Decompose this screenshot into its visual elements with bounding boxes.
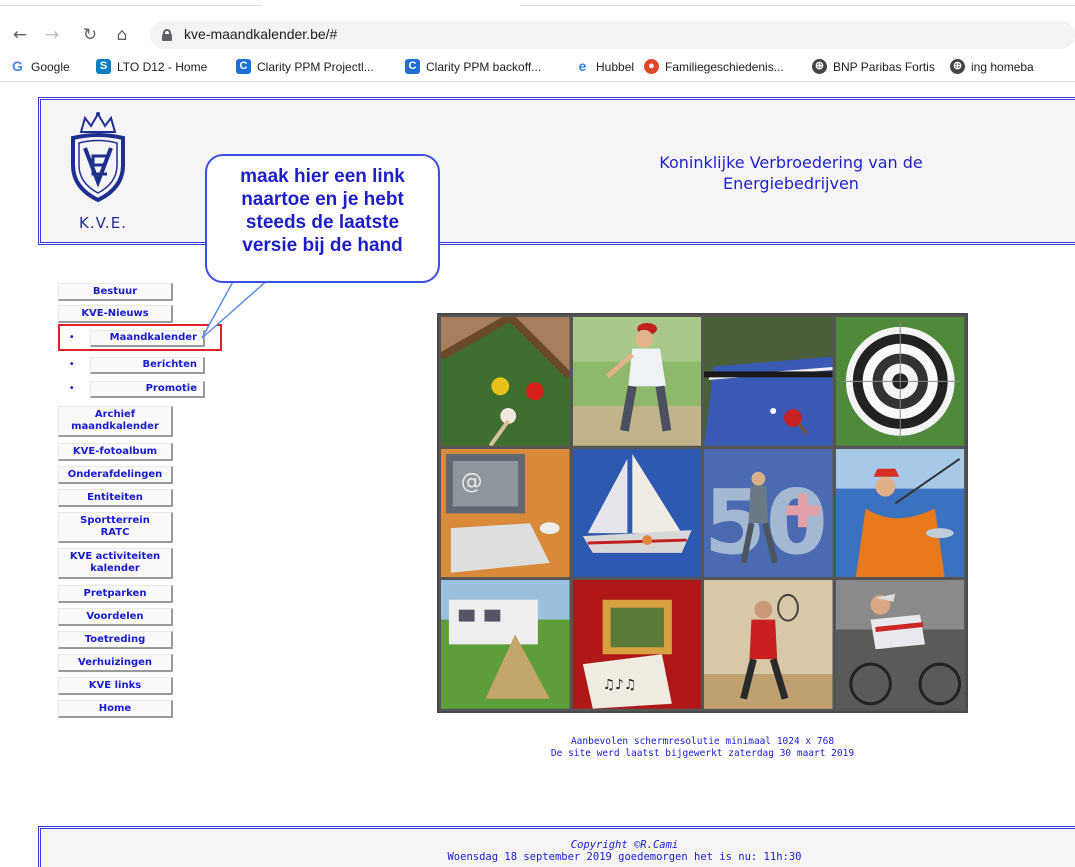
bookmark-ing[interactable]: ⊕ ing homeba <box>950 59 1034 75</box>
fifty-plus-image: 50 <box>704 448 833 578</box>
menu-verhuizingen[interactable]: Verhuizingen <box>58 654 173 672</box>
menu-label: kalender <box>90 563 140 574</box>
menu-promotie[interactable]: Promotie <box>90 381 205 398</box>
tab-edge <box>520 0 1075 6</box>
bookmark-label: Hubbel <box>596 60 635 74</box>
computer-image: @ <box>441 448 570 578</box>
menu-kve-activiteiten[interactable]: KVE activiteiten kalender <box>58 548 173 579</box>
genealogy-icon: ● <box>644 59 659 74</box>
menu-label: Archief <box>94 409 136 420</box>
globe-icon: ⊕ <box>812 59 827 74</box>
menu-kve-nieuws[interactable]: KVE-Nieuws <box>58 305 173 323</box>
edge-icon: e <box>575 59 590 74</box>
bookmark-bnp[interactable]: ⊕ BNP Paribas Fortis <box>812 59 935 75</box>
camping-image <box>441 580 570 709</box>
cycling-image <box>835 580 964 709</box>
bookmark-label: Google <box>31 60 70 74</box>
menu-kve-fotoalbum[interactable]: KVE-fotoalbum <box>58 443 173 461</box>
menu-home[interactable]: Home <box>58 700 173 718</box>
menu-entiteiten[interactable]: Entiteiten <box>58 489 173 507</box>
menu-label: KVE activiteiten <box>69 551 161 562</box>
svg-text:♫♪♫: ♫♪♫ <box>602 677 636 693</box>
callout-line: maak hier een link <box>240 166 405 187</box>
menu-archief-maandkalender[interactable]: Archief maandkalender <box>58 406 173 437</box>
lock-icon[interactable] <box>162 29 172 41</box>
kve-logo: K.V.E. <box>63 110 133 232</box>
callout-line: naartoe en je hebt <box>241 189 404 210</box>
forward-arrow-icon[interactable]: → <box>40 24 64 48</box>
reload-icon[interactable]: ↻ <box>78 24 102 48</box>
url-text: kve-maandkalender.be/# <box>184 26 338 42</box>
resolution-note: Aanbevolen schermresolutie minimaal 1024… <box>570 736 835 747</box>
google-icon: G <box>10 59 25 74</box>
svg-text:@: @ <box>461 469 483 494</box>
bookmark-label: Familiegeschiedenis... <box>665 60 784 74</box>
menu-onderafdelingen[interactable]: Onderafdelingen <box>58 466 173 484</box>
bookmark-google[interactable]: G Google <box>10 59 70 75</box>
menu-toetreding[interactable]: Toetreding <box>58 631 173 649</box>
clarity-icon: C <box>405 59 420 74</box>
bookmark-label: Clarity PPM Projectl... <box>257 60 374 74</box>
header-banner: K.V.E. Koninklijke Verbroedering van de … <box>38 97 1075 245</box>
tab-edge <box>0 0 262 6</box>
bullet-icon: • <box>70 359 74 370</box>
clarity-icon: C <box>236 59 251 74</box>
home-icon[interactable]: ⌂ <box>110 24 134 48</box>
crown-shield-logo-icon <box>71 112 125 203</box>
bullet-icon: • <box>70 383 74 394</box>
theater-image: ♫♪♫ <box>572 580 701 709</box>
petanque-image <box>572 317 701 446</box>
site-title: Koninklijke Verbroedering van de Energie… <box>659 153 923 193</box>
callout-line: versie bij de hand <box>242 235 403 256</box>
menu-berichten[interactable]: Berichten <box>90 357 205 374</box>
menu-pretparken[interactable]: Pretparken <box>58 585 173 603</box>
tab-strip <box>0 0 1075 18</box>
address-bar: ← → ↻ ⌂ kve-maandkalender.be/# <box>0 18 1075 52</box>
bookmark-label: LTO D12 - Home <box>117 60 208 74</box>
footer-text: Copyright ©R.Cami Woensdag 18 september … <box>41 839 1075 863</box>
menu-bestuur[interactable]: Bestuur <box>58 283 173 301</box>
menu-label: RATC <box>100 527 130 538</box>
bookmarks-bar: G Google S LTO D12 - Home C Clarity PPM Pro… <box>0 52 1075 82</box>
fishing-image <box>835 448 964 578</box>
globe-icon: ⊕ <box>950 59 965 74</box>
archery-target-image <box>835 317 964 446</box>
menu-label: maandkalender <box>71 421 159 432</box>
logo-text: K.V.E. <box>79 214 127 232</box>
page-footer: Copyright ©R.Cami Woensdag 18 september … <box>38 826 1075 867</box>
greeting-clock-text: Woensdag 18 september 2019 goedemorgen h… <box>447 851 802 863</box>
callout-pointer <box>201 277 271 339</box>
bookmark-label: ing homeba <box>971 60 1034 74</box>
billiards-image <box>441 317 570 446</box>
copyright-text: Copyright ©R.Cami <box>570 839 679 851</box>
site-info: Aanbevolen schermresolutie minimaal 1024… <box>437 736 968 760</box>
sharepoint-icon: S <box>96 59 111 74</box>
activities-mosaic: @ 50 <box>437 313 968 713</box>
bookmark-clarity-backoffice[interactable]: C Clarity PPM backoff... <box>405 59 541 75</box>
menu-kve-links[interactable]: KVE links <box>58 677 173 695</box>
table-tennis-image <box>704 317 833 446</box>
last-updated-note: De site werd laatst bijgewerkt zaterdag … <box>550 748 855 759</box>
url-field[interactable]: kve-maandkalender.be/# <box>150 21 1075 49</box>
bookmark-clarity-project[interactable]: C Clarity PPM Projectl... <box>236 59 374 75</box>
bookmark-label: BNP Paribas Fortis <box>833 60 935 74</box>
bookmark-hubbel[interactable]: e Hubbel <box>575 59 634 75</box>
squash-image <box>704 580 833 709</box>
bookmark-familiegeschiedenis[interactable]: ● Familiegeschiedenis... <box>644 59 784 75</box>
bookmark-label: Clarity PPM backoff... <box>426 60 542 74</box>
callout-line: steeds de laatste <box>245 212 400 233</box>
instruction-callout: maak hier een link naartoe en je hebt st… <box>205 154 440 283</box>
sailing-image <box>572 448 701 578</box>
menu-sportterrein[interactable]: Sportterrein RATC <box>58 512 173 543</box>
menu-label: Sportterrein <box>80 515 150 526</box>
back-arrow-icon[interactable]: ← <box>8 24 32 48</box>
bookmark-lto[interactable]: S LTO D12 - Home <box>96 59 207 75</box>
menu-voordelen[interactable]: Voordelen <box>58 608 173 626</box>
